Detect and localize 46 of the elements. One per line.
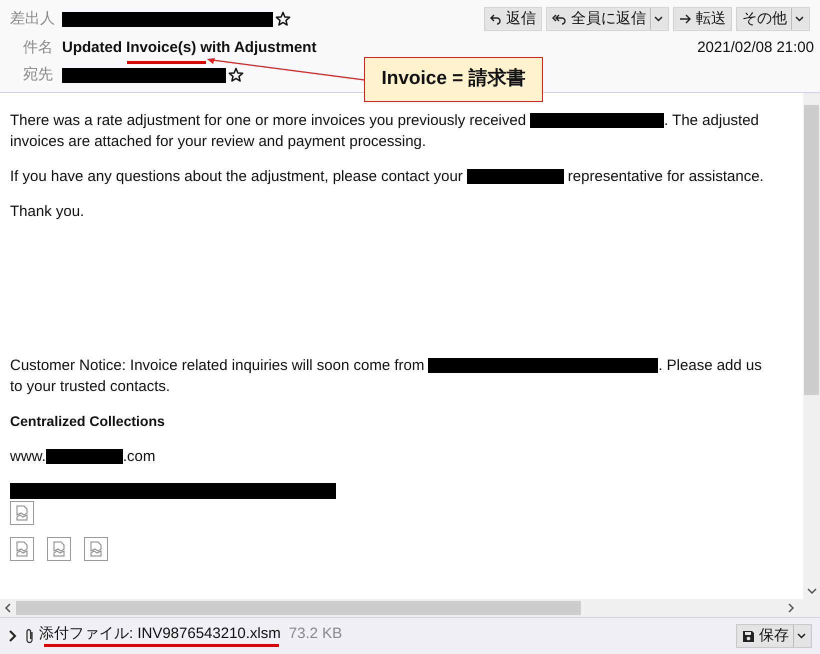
reply-all-icon <box>552 13 567 25</box>
date-text: 2021/02/08 21:00 <box>697 38 814 58</box>
broken-image-icon <box>10 501 34 525</box>
body-text: If you have any questions about the adjustment, please contact your <box>10 167 463 187</box>
scroll-left-icon[interactable] <box>4 603 12 613</box>
scroll-down-icon[interactable] <box>806 587 816 595</box>
field-label: 差出人 <box>10 8 56 29</box>
caret-icon <box>795 16 804 22</box>
broken-image-icon <box>47 537 71 561</box>
toolbar-button[interactable]: その他 <box>736 7 810 31</box>
broken-image-icon <box>10 537 34 561</box>
toolbar-button[interactable]: 転送 <box>673 7 732 31</box>
save-button[interactable]: 保存 <box>736 624 812 648</box>
broken-image-icon <box>84 537 108 561</box>
star-icon[interactable] <box>275 11 291 27</box>
body-text: www. <box>10 447 46 467</box>
toolbar-button[interactable]: 返信 <box>484 7 542 31</box>
body-text: . Please add us <box>658 356 762 376</box>
body-text: invoices are attached for your review and payment processing. <box>10 132 426 152</box>
subject-text: Updated Invoice(s) with Adjustment <box>62 38 316 58</box>
scroll-right-icon[interactable] <box>787 603 795 613</box>
body-text: . The adjusted <box>664 111 759 131</box>
toolbar-button[interactable]: 全員に返信 <box>546 7 669 31</box>
star-icon[interactable] <box>228 67 244 83</box>
body-text: Customer Notice: Invoice related inquiries will soon come from <box>10 356 424 376</box>
annotation-callout: Invoice = 請求書 <box>364 57 543 102</box>
reply-icon <box>490 13 502 25</box>
attachment-size: 73.2 KB <box>288 626 342 642</box>
attachment-name[interactable]: 添付ファイル: INV9876543210.xlsm <box>39 626 281 642</box>
scrollbar-thumb[interactable] <box>804 105 819 395</box>
arrow-right-icon <box>679 14 692 24</box>
horizontal-scrollbar[interactable] <box>0 599 820 617</box>
field-label: 宛先 <box>23 64 54 85</box>
body-text: representative for assistance. <box>568 167 764 187</box>
scrollbar-thumb[interactable] <box>16 601 581 615</box>
body-text: .com <box>122 447 156 467</box>
expand-icon[interactable] <box>8 630 17 642</box>
caret-icon <box>654 16 663 22</box>
body-text: to your trusted contacts. <box>10 377 170 397</box>
vertical-scrollbar[interactable] <box>803 93 820 599</box>
paperclip-icon <box>25 628 35 644</box>
signature-heading: Centralized Collections <box>10 412 166 431</box>
body-text: There was a rate adjustment for one or more invoices you previously received <box>10 111 526 131</box>
body-text: Thank you. <box>10 202 84 222</box>
field-label: 件名 <box>23 38 54 58</box>
caret-icon <box>797 633 806 639</box>
